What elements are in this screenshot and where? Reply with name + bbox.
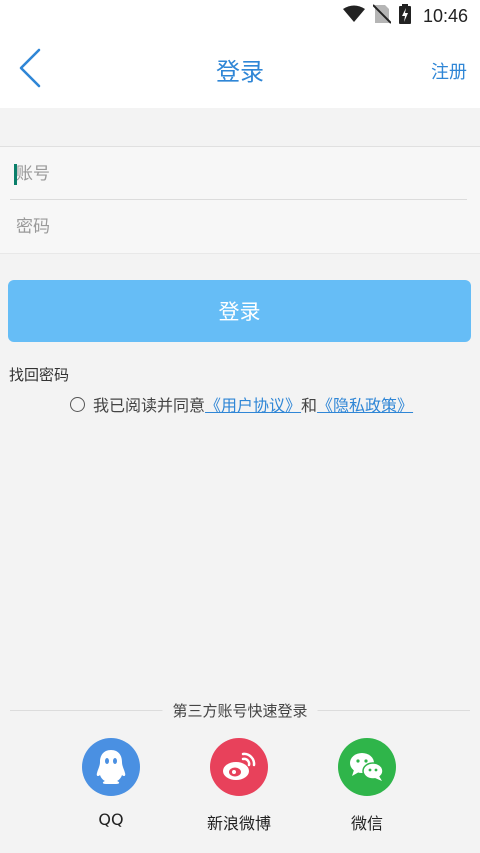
login-form bbox=[0, 146, 480, 254]
qq-login-button[interactable]: QQ bbox=[61, 738, 161, 829]
wechat-login-button[interactable]: 微信 bbox=[317, 738, 417, 834]
qq-label: QQ bbox=[98, 810, 124, 829]
agreement-prefix: 我已阅读并同意 bbox=[93, 396, 206, 415]
register-link[interactable]: 注册 bbox=[431, 58, 467, 84]
agreement-connector: 和 bbox=[301, 396, 318, 415]
forgot-password-link[interactable]: 找回密码 bbox=[9, 364, 69, 385]
text-cursor bbox=[14, 164, 17, 185]
page-title: 登录 bbox=[216, 58, 264, 86]
account-input[interactable] bbox=[10, 148, 467, 199]
third-party-title: 第三方账号快速登录 bbox=[162, 700, 318, 721]
password-field-row bbox=[10, 201, 467, 253]
weibo-icon bbox=[210, 738, 268, 796]
agree-radio[interactable] bbox=[70, 396, 85, 412]
no-sim-icon bbox=[372, 4, 392, 28]
password-input[interactable] bbox=[10, 201, 467, 253]
qq-icon bbox=[82, 738, 140, 796]
user-agreement-link[interactable]: 《用户协议》 bbox=[205, 392, 301, 416]
wechat-label: 微信 bbox=[350, 814, 383, 833]
wechat-icon bbox=[338, 738, 396, 796]
agreement-row: 我已阅读并同意 《用户协议》 和 《隐私政策》 bbox=[70, 392, 413, 416]
weibo-label: 新浪微博 bbox=[206, 814, 271, 833]
status-bar: 10:46 bbox=[0, 0, 480, 32]
nav-bar: 登录 注册 bbox=[0, 32, 480, 108]
wifi-icon bbox=[342, 5, 365, 27]
status-time: 10:46 bbox=[422, 5, 468, 26]
account-field-row bbox=[10, 148, 467, 200]
battery-charging-icon bbox=[398, 4, 411, 28]
third-party-divider: 第三方账号快速登录 bbox=[10, 700, 470, 721]
privacy-policy-link[interactable]: 《隐私政策》 bbox=[317, 392, 413, 416]
weibo-login-button[interactable]: 新浪微博 bbox=[189, 738, 289, 834]
login-button[interactable]: 登录 bbox=[8, 280, 471, 342]
status-icons: 10:46 bbox=[342, 4, 468, 28]
